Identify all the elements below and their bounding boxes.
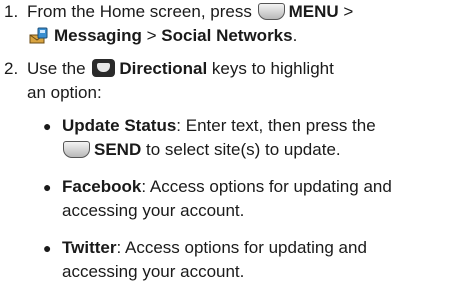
bullet-dot: ● bbox=[43, 118, 52, 134]
step-1-line-2: Messaging > Social Networks. bbox=[27, 24, 467, 51]
send-key-icon bbox=[63, 141, 90, 158]
directional-key-icon bbox=[92, 59, 116, 77]
step-number: 2. bbox=[4, 59, 19, 78]
bullet-rest: : Enter text, then press the bbox=[176, 116, 376, 135]
period: . bbox=[292, 26, 298, 45]
bullet-rest: : Access options for updating and bbox=[141, 177, 392, 196]
bullet-text: Update Status: Enter text, then press th… bbox=[62, 114, 470, 162]
messaging-label: Messaging bbox=[54, 26, 142, 45]
step-1-text: From the Home screen, press MENU > Messa… bbox=[27, 0, 467, 51]
bullet-dot: ● bbox=[43, 179, 52, 195]
messaging-envelope-icon bbox=[27, 26, 49, 51]
separator: > bbox=[146, 26, 157, 45]
bullet-line-2: SEND to select site(s) to update. bbox=[62, 138, 470, 162]
step-2-suffix: keys to highlight bbox=[211, 59, 334, 78]
step-number: 1. bbox=[4, 2, 19, 21]
send-label: SEND bbox=[94, 140, 142, 159]
step-1-prefix: From the Home screen, press bbox=[27, 2, 252, 21]
step-1-line-1: From the Home screen, press MENU > bbox=[27, 0, 467, 24]
bullet-line-1: Facebook: Access options for updating an… bbox=[62, 175, 470, 199]
bullet-title: Update Status bbox=[62, 116, 177, 135]
bullet-text: Facebook: Access options for updating an… bbox=[62, 175, 470, 223]
bullet-rest: : Access options for updating and bbox=[116, 238, 367, 257]
bullet-rest-2: to select site(s) to update. bbox=[145, 140, 341, 159]
step-2-prefix: Use the bbox=[27, 59, 86, 78]
directional-label: Directional bbox=[119, 59, 208, 78]
bullet-title: Twitter bbox=[62, 238, 117, 257]
social-networks-label: Social Networks bbox=[161, 26, 293, 45]
step-2-line-1: Use the Directional keys to highlight bbox=[27, 57, 467, 81]
bullet-line-2: accessing your account. bbox=[62, 262, 245, 281]
bullet-line-1: Update Status: Enter text, then press th… bbox=[62, 114, 470, 138]
menu-key-icon bbox=[257, 3, 285, 20]
bullet-text: Twitter: Access options for updating and… bbox=[62, 236, 470, 284]
bullet-title: Facebook bbox=[62, 177, 142, 196]
step-2-line-2: an option: bbox=[27, 83, 102, 102]
bullet-dot: ● bbox=[43, 240, 52, 256]
separator: > bbox=[343, 2, 354, 21]
menu-label: MENU bbox=[288, 2, 339, 21]
manual-page: 1. From the Home screen, press MENU > Me… bbox=[0, 0, 472, 308]
bullet-line-2: accessing your account. bbox=[62, 201, 245, 220]
step-2-text: Use the Directional keys to highlight an… bbox=[27, 57, 467, 105]
bullet-line-1: Twitter: Access options for updating and bbox=[62, 236, 470, 260]
